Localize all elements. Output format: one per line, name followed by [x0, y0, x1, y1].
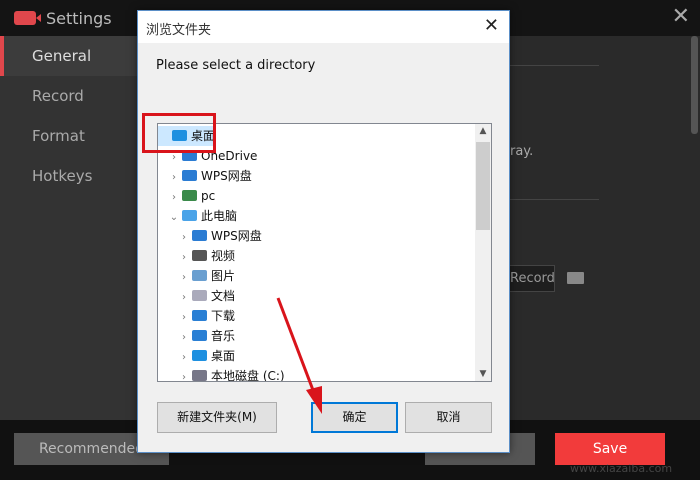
annotation-arrow — [276, 297, 322, 414]
